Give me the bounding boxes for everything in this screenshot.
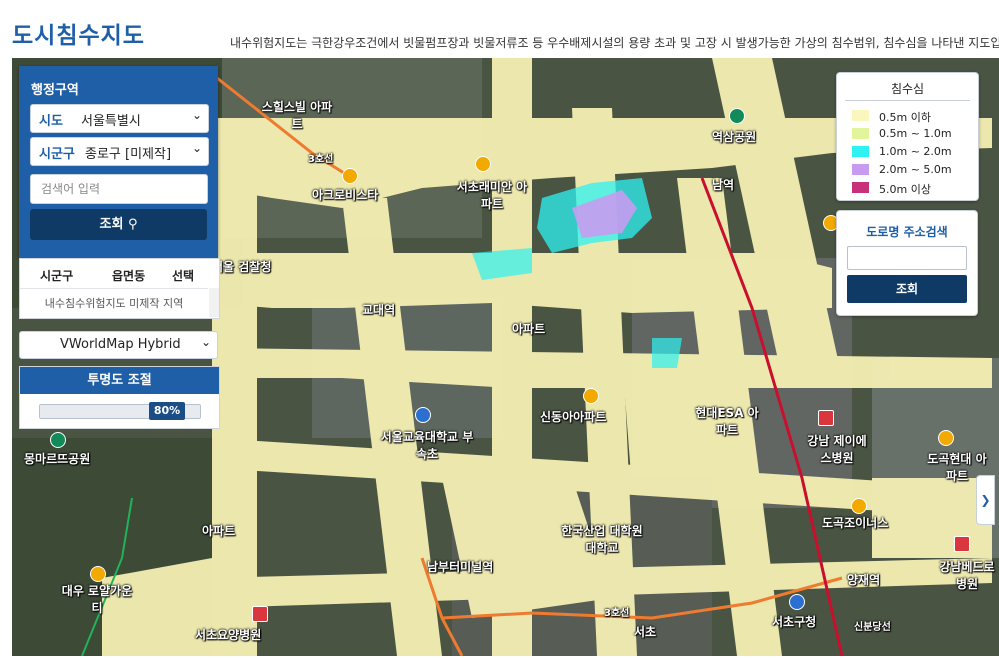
legend-title: 침수심 <box>890 82 925 96</box>
apartment-marker-icon[interactable] <box>583 388 599 404</box>
apartment-marker-icon[interactable] <box>851 498 867 514</box>
sido-select[interactable]: 시도 서울특별시 ⌄ <box>30 104 209 133</box>
legend-swatch <box>852 128 869 139</box>
sigungu-select[interactable]: 시군구 종로구 [미제작] ⌄ <box>30 137 209 166</box>
map-label: 아크로비스타 <box>312 188 379 202</box>
map-label: 몽마르뜨공원 <box>24 452 91 466</box>
hospital-marker-icon[interactable] <box>954 536 970 552</box>
column-header: 시군구 <box>40 269 74 283</box>
sido-value: 서울특별시 <box>81 114 141 129</box>
legend-label: 1.0m ~ 2.0m <box>879 145 952 158</box>
map-label: 서초구청 <box>772 615 817 629</box>
map-label: 아파트 <box>202 524 236 538</box>
school-marker-icon[interactable] <box>415 407 431 423</box>
subway-line-label: 3호선 <box>308 154 334 165</box>
map-label: 현대ESA 아파트 <box>695 406 759 437</box>
basemap-value: VWorldMap Hybrid <box>60 337 181 352</box>
map-label: 도곡조이너스 <box>822 516 889 530</box>
map-label: 스힐스빌 아파트 <box>261 100 333 131</box>
legend-swatch <box>852 146 869 157</box>
legend-label: 0.5m 이하 <box>879 111 931 124</box>
chevron-right-icon: ❯ <box>980 493 991 507</box>
road-address-input[interactable] <box>847 246 967 270</box>
legend-label: 5.0m 이상 <box>879 183 931 196</box>
sigungu-label: 시군구 <box>39 147 75 162</box>
road-address-search-panel: 도로명 주소검색 조회 <box>836 210 978 316</box>
hospital-marker-icon[interactable] <box>818 410 834 426</box>
table-empty-message: 내수침수위험지도 미제작 지역 <box>20 288 208 318</box>
map-label: 교대역 <box>362 303 396 317</box>
legend-swatch <box>852 164 869 175</box>
map-label: 대우 로얄가운티 <box>61 584 133 615</box>
map-label: 남역 <box>712 178 735 192</box>
legend-label: 0.5m ~ 1.0m <box>879 127 952 140</box>
hospital-marker-icon[interactable] <box>252 606 268 622</box>
flood-depth-legend: 침수심 0.5m 이하 0.5m ~ 1.0m 1.0m ~ 2.0m 2.0m ~ … <box>836 72 979 201</box>
opacity-panel: 투명도 조절 80% <box>19 366 220 429</box>
map-label: 양재역 <box>847 573 881 587</box>
admin-region-title: 행정구역 <box>31 83 79 98</box>
table-scrollbar[interactable] <box>209 288 219 317</box>
map-label: 서초요양병원 <box>195 628 262 642</box>
map-label: 강남 제이에스병원 <box>807 434 867 465</box>
map-label: 서초래미안 아파트 <box>456 180 528 211</box>
panel-expand-button[interactable]: ❯ <box>976 475 995 525</box>
apartment-marker-icon[interactable] <box>475 156 491 172</box>
page-description: 내수위험지도는 극한강우조건에서 빗물펌프장과 빗물저류조 등 우수배제시설의 … <box>230 36 999 50</box>
apartment-marker-icon[interactable] <box>342 168 358 184</box>
query-button-label: 조회 <box>99 217 124 232</box>
legend-swatch <box>852 110 869 121</box>
legend-swatch <box>852 182 869 193</box>
map-label: 서초 <box>634 625 657 639</box>
sido-label: 시도 <box>39 114 63 129</box>
map-label: 강남베드로 병원 <box>939 560 995 591</box>
legend-label: 2.0m ~ 5.0m <box>879 163 952 176</box>
search-icon: ⚲ <box>127 217 138 232</box>
subway-line-label: 3호선 <box>604 608 630 619</box>
map-label: 아파트 <box>512 322 546 336</box>
chevron-down-icon: ⌄ <box>191 141 202 155</box>
map-label: 신동아아파트 <box>540 410 607 424</box>
query-button[interactable]: 조회 ⚲ <box>30 209 207 240</box>
sigungu-value: 종로구 [미제작] <box>85 147 172 162</box>
map-label: 한국산업 대학원대학교 <box>561 524 643 555</box>
road-search-button[interactable]: 조회 <box>847 275 967 303</box>
opacity-title: 투명도 조절 <box>20 367 219 394</box>
page-title: 도시침수지도 <box>12 23 145 49</box>
legend-divider <box>845 100 970 101</box>
apartment-marker-icon[interactable] <box>90 566 106 582</box>
apartment-marker-icon[interactable] <box>938 430 954 446</box>
column-header: 선택 <box>172 269 195 283</box>
chevron-down-icon: ⌄ <box>191 108 202 122</box>
result-table-header: 시군구 읍면동 선택 <box>20 259 219 287</box>
road-search-title: 도로명 주소검색 <box>866 225 948 239</box>
office-marker-icon[interactable] <box>789 594 805 610</box>
map-label: 서울 검찰청 <box>212 260 272 274</box>
basemap-select[interactable]: VWorldMap Hybrid ⌄ <box>19 331 218 359</box>
park-marker-icon[interactable] <box>50 432 66 448</box>
park-marker-icon[interactable] <box>729 108 745 124</box>
result-table: 시군구 읍면동 선택 내수침수위험지도 미제작 지역 <box>19 258 220 319</box>
map-label: 남부터미널역 <box>427 560 494 574</box>
search-input[interactable]: 검색어 입력 <box>30 174 208 204</box>
column-header: 읍면동 <box>112 269 146 283</box>
map-label: 서울교육대학교 부속초 <box>380 430 474 461</box>
chevron-down-icon: ⌄ <box>200 335 211 349</box>
admin-region-panel: 행정구역 시도 서울특별시 ⌄ 시군구 종로구 [미제작] ⌄ 검색어 입력 조… <box>19 66 218 258</box>
subway-line-label: 신분당선 <box>854 622 891 633</box>
opacity-handle[interactable]: 80% <box>149 402 185 420</box>
page-header: 도시침수지도 내수위험지도는 극한강우조건에서 빗물펌프장과 빗물저류조 등 우… <box>0 0 999 58</box>
map-label: 역삼공원 <box>712 130 757 144</box>
